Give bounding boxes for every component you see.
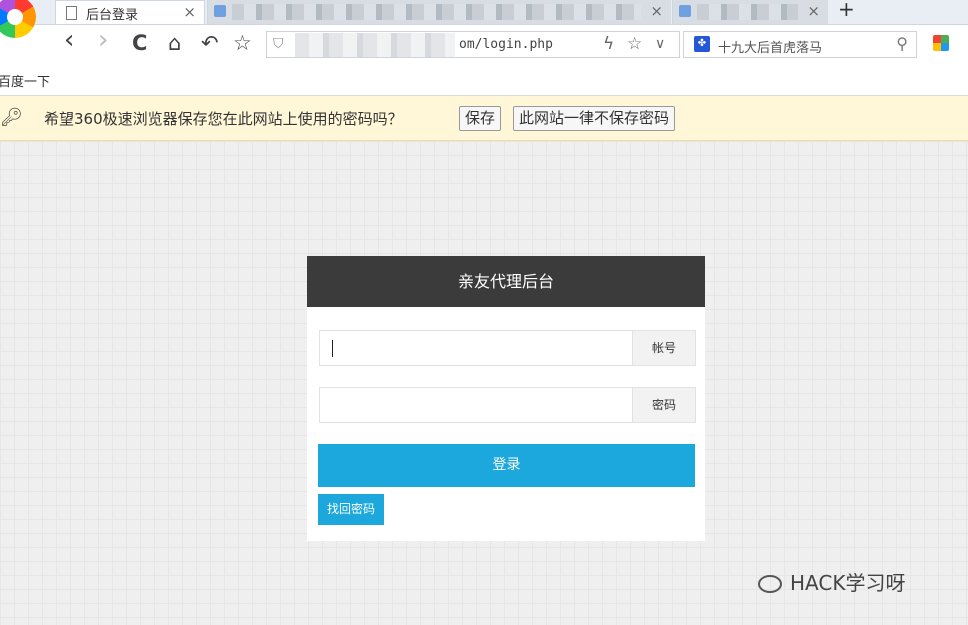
apps-icon[interactable] bbox=[933, 35, 949, 51]
bookmark-star-icon[interactable]: ☆ bbox=[233, 31, 252, 55]
redacted-tab-title bbox=[232, 4, 641, 20]
close-tab-icon[interactable]: × bbox=[807, 2, 820, 20]
never-save-password-button[interactable]: 此网站一律不保存密码 bbox=[513, 106, 676, 131]
search-suggestion: 十九大后首虎落马 bbox=[718, 41, 823, 56]
password-field[interactable]: 密码 bbox=[319, 387, 696, 423]
reload-icon[interactable]: C bbox=[132, 31, 147, 55]
account-field[interactable]: 帐号 bbox=[319, 330, 696, 366]
new-tab-button[interactable]: + bbox=[838, 0, 855, 21]
favicon-icon bbox=[214, 5, 226, 17]
tab-strip: 后台登录 × × × + bbox=[0, 0, 968, 25]
password-label: 密码 bbox=[632, 388, 695, 422]
close-tab-icon[interactable]: × bbox=[183, 3, 196, 21]
page-content: 亲友代理后台 帐号 密码 登录 找回密码 bbox=[0, 141, 968, 625]
watermark: HACK学习呀 bbox=[758, 567, 905, 596]
favorite-star-icon[interactable]: ☆ bbox=[627, 34, 642, 54]
tab-blurred[interactable]: × bbox=[207, 0, 671, 24]
key-icon: 🔑︎ bbox=[0, 107, 23, 128]
address-bar[interactable]: ⛉ om/login.php ϟ ☆ ∨ bbox=[266, 31, 680, 58]
undo-icon[interactable]: ↶ bbox=[201, 31, 219, 55]
account-label: 帐号 bbox=[632, 331, 695, 365]
redacted-tab-title bbox=[697, 4, 798, 20]
baidu-paw-icon: ✤ bbox=[694, 36, 710, 52]
forward-icon[interactable]: › bbox=[98, 27, 108, 53]
back-icon[interactable]: ‹ bbox=[64, 27, 74, 53]
shield-icon: ⛉ bbox=[273, 36, 284, 52]
home-icon[interactable]: ⌂ bbox=[168, 31, 181, 55]
chevron-down-icon[interactable]: ∨ bbox=[655, 36, 665, 52]
favicon-icon bbox=[679, 5, 691, 17]
search-icon[interactable]: ⚲ bbox=[896, 34, 908, 53]
tab-login[interactable]: 后台登录 × bbox=[55, 0, 205, 24]
login-panel: 亲友代理后台 帐号 密码 登录 找回密码 bbox=[307, 256, 705, 541]
tab-blurred[interactable]: × bbox=[672, 0, 828, 24]
close-tab-icon[interactable]: × bbox=[650, 2, 663, 20]
wechat-icon bbox=[758, 575, 782, 593]
url-text: om/login.php bbox=[459, 37, 553, 52]
search-box[interactable]: ✤ 十九大后首虎落马 ⚲ bbox=[683, 31, 917, 58]
text-caret bbox=[332, 340, 333, 357]
login-title: 亲友代理后台 bbox=[307, 256, 705, 307]
document-icon bbox=[66, 6, 77, 20]
forgot-password-button[interactable]: 找回密码 bbox=[318, 494, 384, 525]
password-save-infobar: 🔑︎ 希望360极速浏览器保存您在此网站上使用的密码吗？ 保存 此网站一律不保存… bbox=[0, 96, 968, 141]
tab-title: 后台登录 bbox=[86, 8, 139, 23]
account-input[interactable] bbox=[320, 331, 632, 365]
login-button[interactable]: 登录 bbox=[318, 444, 695, 487]
bookmark-bar: 百度一下 bbox=[0, 64, 968, 96]
redacted-url bbox=[295, 33, 455, 57]
password-input[interactable] bbox=[320, 388, 632, 422]
save-password-button[interactable]: 保存 bbox=[459, 106, 502, 131]
navigation-bar: ‹ › C ⌂ ↶ ☆ ⛉ om/login.php ϟ ☆ ∨ ✤ 十九大后首… bbox=[0, 25, 968, 64]
infobar-message: 希望360极速浏览器保存您在此网站上使用的密码吗？ bbox=[44, 110, 403, 128]
watermark-text: HACK学习呀 bbox=[790, 571, 906, 595]
lightning-icon[interactable]: ϟ bbox=[603, 34, 614, 54]
bookmark-item[interactable]: 百度一下 bbox=[0, 71, 50, 90]
